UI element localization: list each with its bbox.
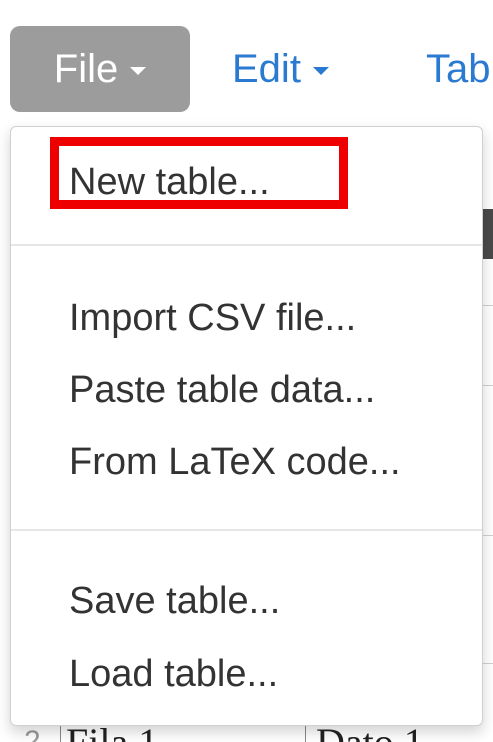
caret-down-icon (130, 67, 147, 75)
menu-divider (11, 529, 482, 531)
menu-item-from-latex[interactable]: From LaTeX code... (69, 443, 401, 481)
menu-item-save-table[interactable]: Save table... (69, 582, 280, 620)
menu-item-new-table[interactable]: New table... (69, 163, 270, 201)
edit-menu-button[interactable]: Edit (232, 26, 329, 112)
menu-item-paste-table[interactable]: Paste table data... (69, 371, 375, 409)
file-menu-label: File (53, 46, 119, 91)
table-editor-screen: 2 Fila 1 Dato 1 File Edit Tab New table.… (0, 0, 493, 742)
file-dropdown-menu: New table... Import CSV file... Paste ta… (10, 126, 483, 726)
table-row-number: 2 (24, 725, 41, 742)
caret-down-icon (312, 67, 329, 75)
menu-bar: File Edit Tab (0, 0, 493, 118)
menu-item-import-csv[interactable]: Import CSV file... (69, 299, 356, 337)
table-menu-label: Tab (426, 46, 491, 91)
file-menu-button[interactable]: File (10, 26, 190, 112)
menu-item-load-table[interactable]: Load table... (69, 655, 278, 693)
edit-menu-label: Edit (232, 46, 301, 91)
table-menu-button[interactable]: Tab (426, 26, 491, 112)
menu-divider (11, 244, 482, 246)
